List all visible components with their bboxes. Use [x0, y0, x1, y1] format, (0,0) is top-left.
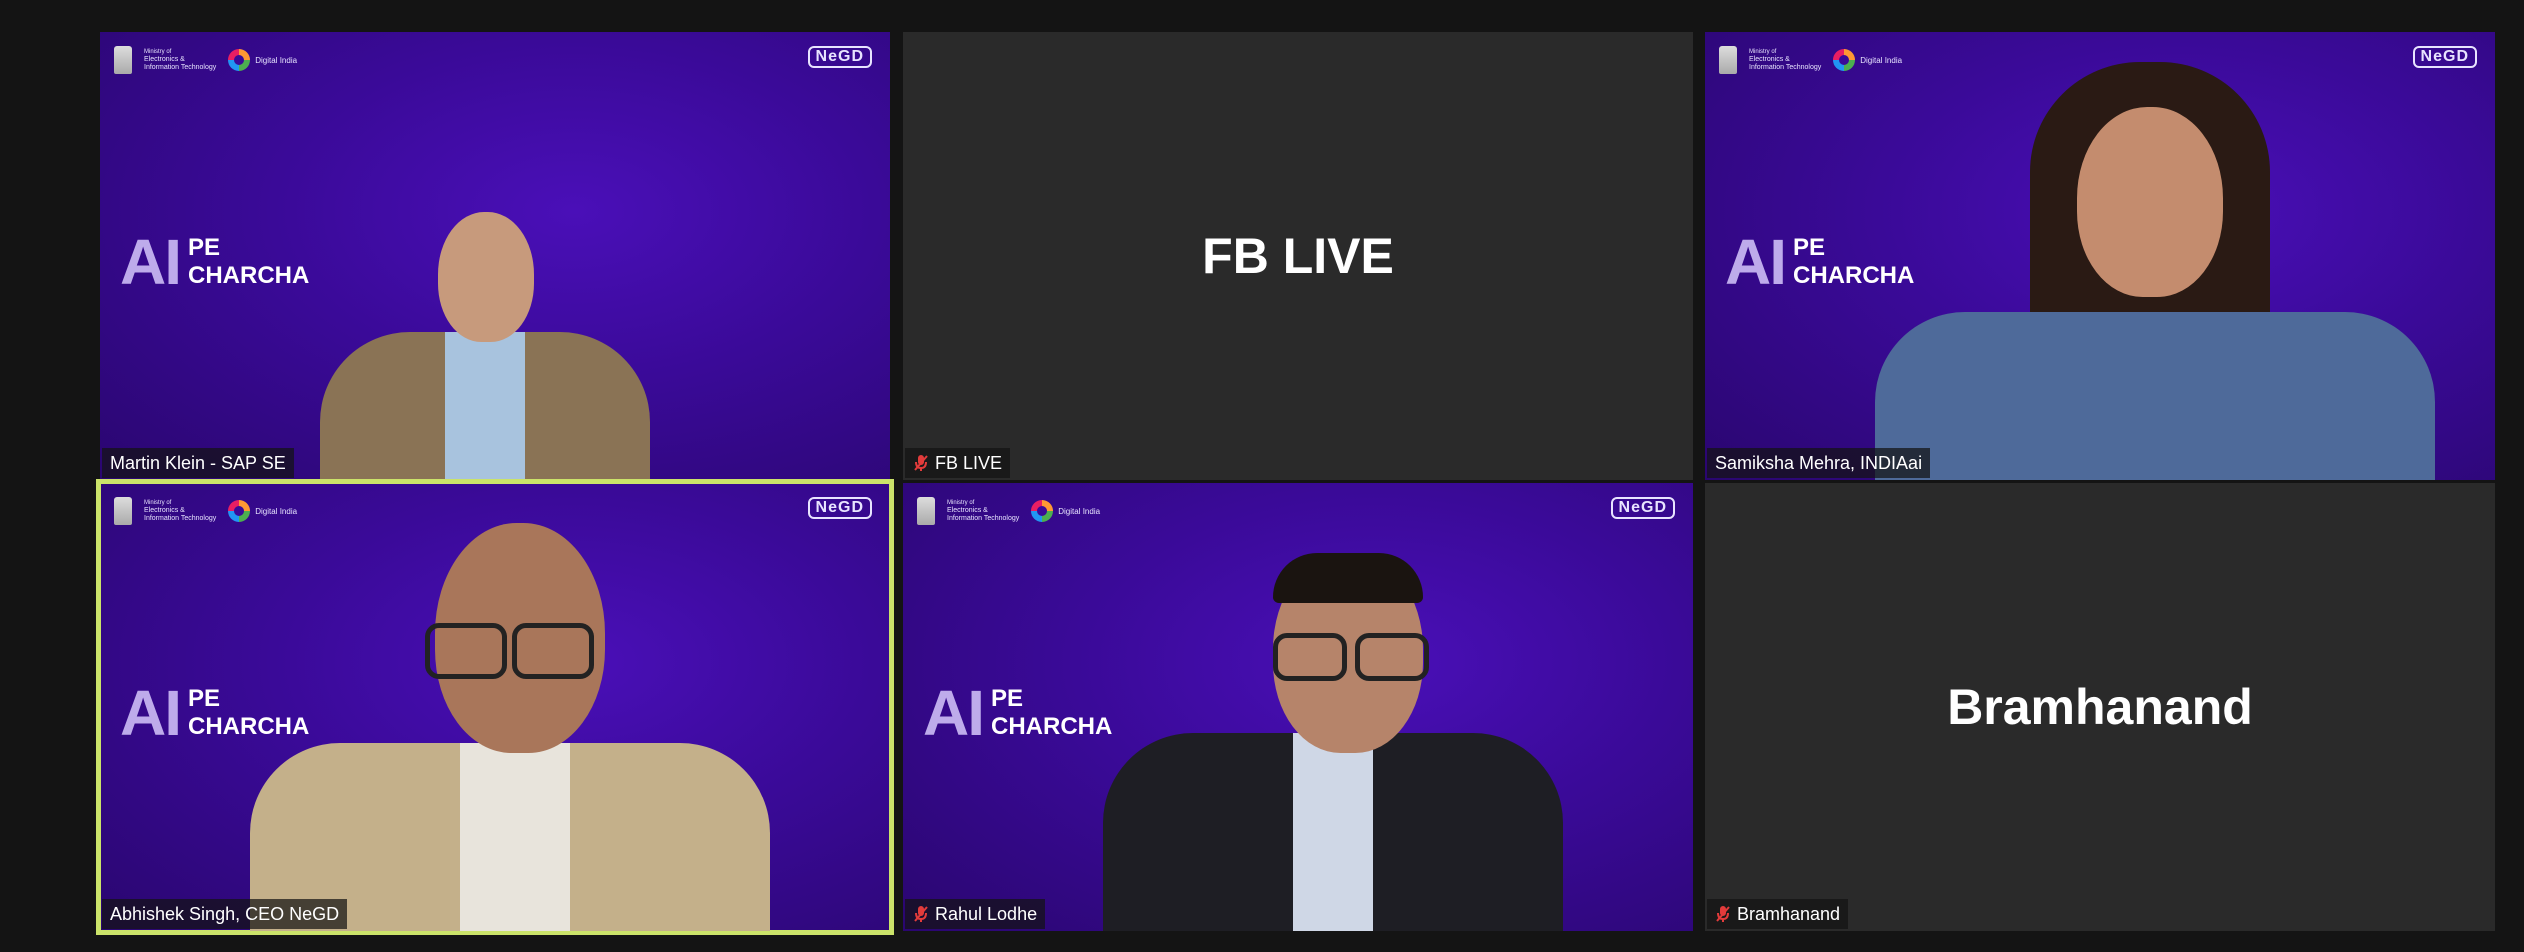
- digital-india-logo: Digital India: [228, 500, 297, 522]
- digital-india-icon: [1833, 49, 1856, 71]
- sponsor-logos: Ministry of Electronics & Information Te…: [917, 497, 1100, 525]
- video-tile-martin-klein[interactable]: Ministry of Electronics & Information Te…: [100, 32, 890, 480]
- participant-video: [1103, 553, 1563, 931]
- participant-video: [250, 523, 770, 931]
- national-emblem-icon: [114, 497, 132, 525]
- video-tile-rahul-lodhe[interactable]: Ministry of Electronics & Information Te…: [903, 483, 1693, 931]
- ai-pe-charcha-logo: AI PE CHARCHA: [923, 677, 1113, 749]
- participant-name-card: FB LIVE: [1202, 228, 1394, 284]
- mic-off-icon: [913, 905, 929, 923]
- negd-logo: NeGD: [807, 497, 872, 519]
- mic-off-icon: [913, 454, 929, 472]
- ministry-logo: Ministry of Electronics & Information Te…: [1749, 49, 1822, 71]
- video-tile-samiksha-mehra[interactable]: Ministry of Electronics & Information Te…: [1705, 32, 2495, 480]
- mic-off-icon: [1715, 905, 1731, 923]
- digital-india-icon: [228, 500, 251, 522]
- sponsor-logos: Ministry of Electronics & Information Te…: [114, 497, 297, 525]
- ministry-logo: Ministry of Electronics & Information Te…: [144, 500, 217, 522]
- digital-india-logo: Digital India: [228, 49, 297, 71]
- participant-nameplate: Abhishek Singh, CEO NeGD: [102, 899, 348, 929]
- negd-logo: NeGD: [807, 46, 872, 68]
- digital-india-icon: [228, 49, 251, 71]
- national-emblem-icon: [917, 497, 935, 525]
- video-tile-fb-live[interactable]: FB LIVE FB LIVE: [903, 32, 1693, 480]
- participant-nameplate: Bramhanand: [1707, 899, 1849, 929]
- ministry-logo: Ministry of Electronics & Information Te…: [947, 500, 1020, 522]
- national-emblem-icon: [114, 46, 132, 74]
- participant-nameplate: FB LIVE: [905, 448, 1011, 478]
- ai-pe-charcha-logo: AI PE CHARCHA: [120, 226, 310, 298]
- participant-video: [320, 172, 700, 480]
- participant-video: [1855, 62, 2495, 480]
- national-emblem-icon: [1719, 46, 1737, 74]
- participant-name-card: Bramhanand: [1947, 679, 2253, 735]
- participant-nameplate: Martin Klein - SAP SE: [102, 448, 294, 478]
- ministry-logo: Ministry of Electronics & Information Te…: [144, 49, 217, 71]
- digital-india-logo: Digital India: [1031, 500, 1100, 522]
- participant-nameplate: Rahul Lodhe: [905, 899, 1046, 929]
- video-tile-bramhanand[interactable]: Bramhanand Bramhanand: [1705, 483, 2495, 931]
- negd-logo: NeGD: [1610, 497, 1675, 519]
- sponsor-logos: Ministry of Electronics & Information Te…: [114, 46, 297, 74]
- participant-nameplate: Samiksha Mehra, INDIAai: [1707, 448, 1931, 478]
- video-tile-abhishek-singh[interactable]: Ministry of Electronics & Information Te…: [96, 479, 894, 935]
- digital-india-icon: [1031, 500, 1054, 522]
